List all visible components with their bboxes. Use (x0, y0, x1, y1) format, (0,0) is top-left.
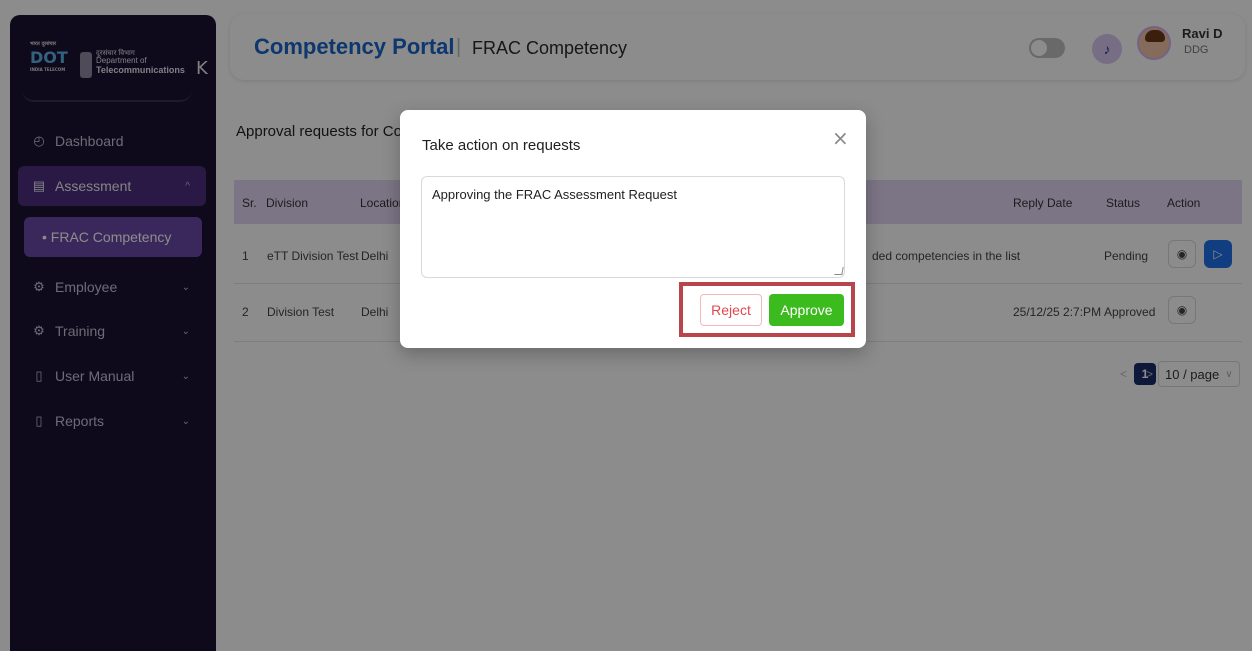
approve-button[interactable]: Approve (769, 294, 844, 326)
modal-title: Take action on requests (422, 137, 581, 154)
reject-button[interactable]: Reject (700, 294, 762, 326)
resize-handle-icon[interactable] (834, 267, 844, 275)
remarks-textarea[interactable]: Approving the FRAC Assessment Request (421, 176, 845, 278)
close-icon[interactable]: × (832, 128, 849, 148)
take-action-modal: Take action on requests × Approving the … (400, 110, 866, 348)
